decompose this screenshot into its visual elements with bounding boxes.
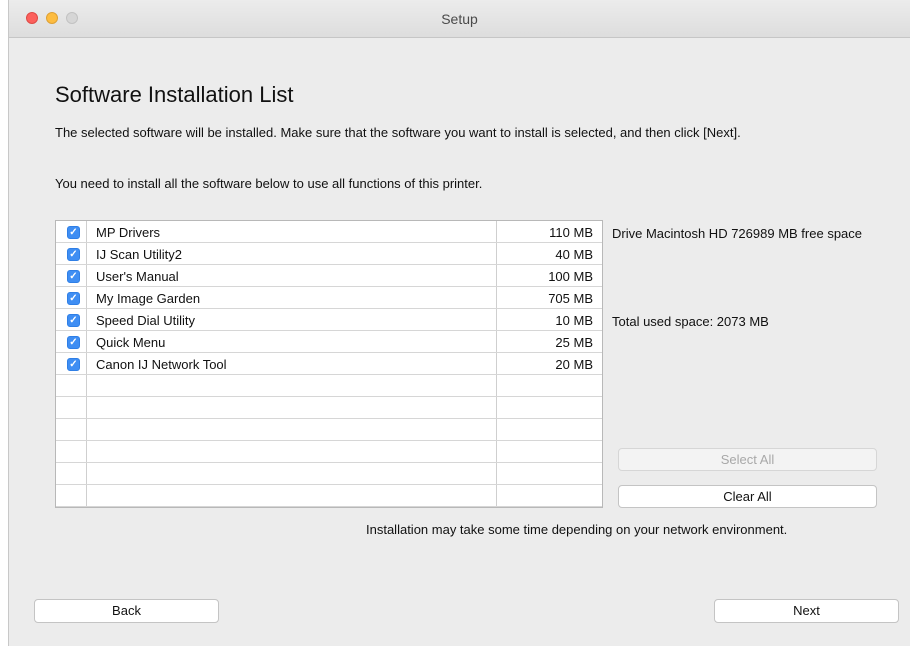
software-name: IJ Scan Utility2 xyxy=(96,247,182,262)
software-name: My Image Garden xyxy=(96,291,201,306)
software-size: 10 MB xyxy=(555,313,593,328)
back-button[interactable]: Back xyxy=(34,599,219,623)
checkmark-icon[interactable]: ✓ xyxy=(67,314,80,327)
empty-row xyxy=(56,463,602,485)
checkmark-icon[interactable]: ✓ xyxy=(67,270,80,283)
software-size: 110 MB xyxy=(549,225,593,240)
select-all-button[interactable]: Select All xyxy=(618,448,877,471)
software-size: 20 MB xyxy=(555,357,593,372)
software-name: Speed Dial Utility xyxy=(96,313,195,328)
checkmark-icon[interactable]: ✓ xyxy=(67,226,80,239)
empty-row xyxy=(56,375,602,397)
installation-note: Installation may take some time dependin… xyxy=(366,522,788,537)
checkmark-icon[interactable]: ✓ xyxy=(67,358,80,371)
software-list-table: ✓ MP Drivers 110 MB ✓ IJ Scan Utility2 40 MB ✓… xyxy=(55,220,603,508)
software-name: Quick Menu xyxy=(96,335,166,350)
software-size: 25 MB xyxy=(555,335,593,350)
checkmark-icon[interactable]: ✓ xyxy=(67,336,80,349)
software-row[interactable]: ✓ Speed Dial Utility 10 MB xyxy=(56,309,602,331)
clear-all-button[interactable]: Clear All xyxy=(618,485,877,508)
software-row[interactable]: ✓ Canon IJ Network Tool 20 MB xyxy=(56,353,602,375)
software-size: 40 MB xyxy=(555,247,593,262)
window-title: Setup xyxy=(441,11,478,27)
software-name: User's Manual xyxy=(96,269,179,284)
software-name: Canon IJ Network Tool xyxy=(96,357,227,372)
software-size: 705 MB xyxy=(548,291,593,306)
empty-row xyxy=(56,441,602,463)
title-bar: Setup xyxy=(9,0,910,38)
empty-row xyxy=(56,397,602,419)
software-row[interactable]: ✓ MP Drivers 110 MB xyxy=(56,221,602,243)
software-row[interactable]: ✓ My Image Garden 705 MB xyxy=(56,287,602,309)
software-row[interactable]: ✓ Quick Menu 25 MB xyxy=(56,331,602,353)
empty-row xyxy=(56,485,602,507)
next-button[interactable]: Next xyxy=(714,599,899,623)
instruction-text: You need to install all the software bel… xyxy=(55,176,483,191)
setup-window: Setup Software Installation List The sel… xyxy=(8,0,910,646)
software-size: 100 MB xyxy=(548,269,593,284)
drive-free-space: Drive Macintosh HD 726989 MB free space xyxy=(612,226,863,241)
software-row[interactable]: ✓ User's Manual 100 MB xyxy=(56,265,602,287)
software-row[interactable]: ✓ IJ Scan Utility2 40 MB xyxy=(56,243,602,265)
description-text: The selected software will be installed.… xyxy=(55,125,741,140)
page-heading: Software Installation List xyxy=(55,82,294,107)
empty-row xyxy=(56,419,602,441)
checkmark-icon[interactable]: ✓ xyxy=(67,292,80,305)
checkmark-icon[interactable]: ✓ xyxy=(67,248,80,261)
software-name: MP Drivers xyxy=(96,225,161,240)
total-used-space: Total used space: 2073 MB xyxy=(612,314,769,329)
